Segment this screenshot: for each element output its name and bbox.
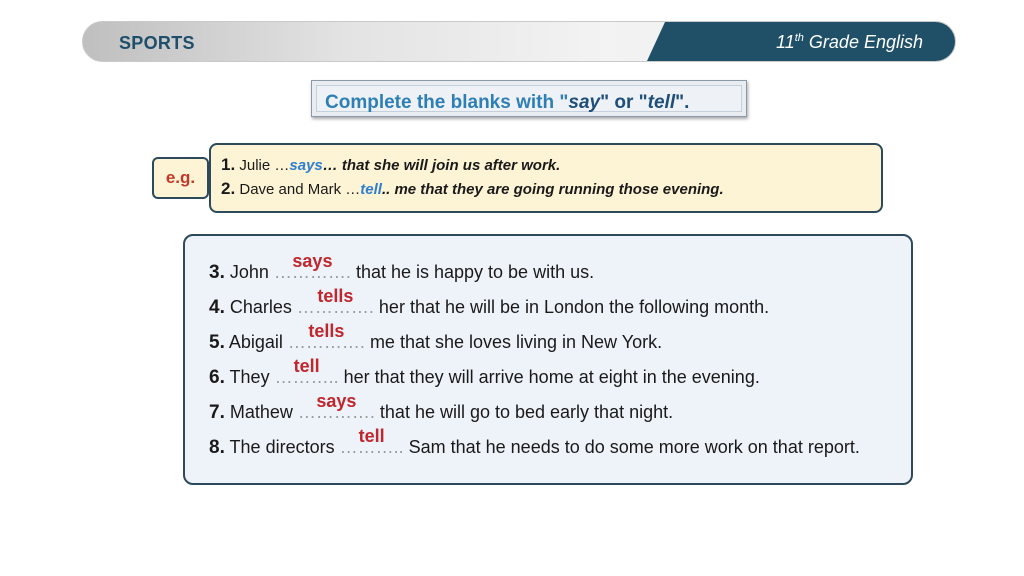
answer-text: says bbox=[292, 251, 333, 271]
instruction-box: Complete the blanks with "say" or "tell"… bbox=[311, 80, 747, 117]
exercise-item: 8. The directors ……….. tell Sam that he n… bbox=[209, 426, 860, 458]
subject-title: SPORTS bbox=[119, 33, 195, 53]
exercise-box: 3. John …………. says that he is happy to be… bbox=[183, 234, 913, 485]
exercise-item: 7. Mathew …………. says that he will go to b… bbox=[209, 391, 674, 423]
answer-text: tells bbox=[308, 321, 345, 341]
instruction-text: Complete the blanks with "say" or "tell"… bbox=[325, 92, 690, 113]
answer-blank: …………. tells bbox=[287, 321, 365, 352]
answer-blank: …………. tells bbox=[296, 286, 374, 317]
exercise-item: 6. They ……….. tell her that they will arr… bbox=[209, 356, 760, 388]
exercise-item: 3. John …………. says that he is happy to be… bbox=[209, 251, 595, 283]
grade-label: 11th Grade English bbox=[776, 32, 923, 52]
answer-text: says bbox=[316, 391, 357, 411]
grade-banner: 11th Grade English bbox=[647, 22, 955, 61]
example-label: e.g. bbox=[152, 157, 209, 199]
answer-text: tell bbox=[293, 356, 320, 376]
answer-blank: …………. says bbox=[273, 251, 351, 282]
answer-blank: ……….. tell bbox=[274, 356, 339, 387]
exercise-item: 5. Abigail …………. tells me that she loves … bbox=[209, 321, 663, 353]
answer-text: tell bbox=[358, 426, 385, 446]
exercise-item: 4. Charles …………. tells her that he will b… bbox=[209, 286, 770, 318]
example-answer: tell bbox=[360, 181, 382, 198]
example-item: 1. Julie …says… that she will join us af… bbox=[221, 155, 561, 174]
example-item: 2. Dave and Mark …tell.. me that they ar… bbox=[221, 179, 724, 198]
answer-text: tells bbox=[317, 286, 354, 306]
answer-blank: ……….. tell bbox=[339, 426, 404, 457]
answer-blank: …………. says bbox=[297, 391, 375, 422]
example-answer: says bbox=[289, 157, 323, 174]
header-bar: SPORTS 11th Grade English bbox=[82, 21, 956, 62]
example-box: 1. Julie …says… that she will join us af… bbox=[209, 143, 883, 213]
